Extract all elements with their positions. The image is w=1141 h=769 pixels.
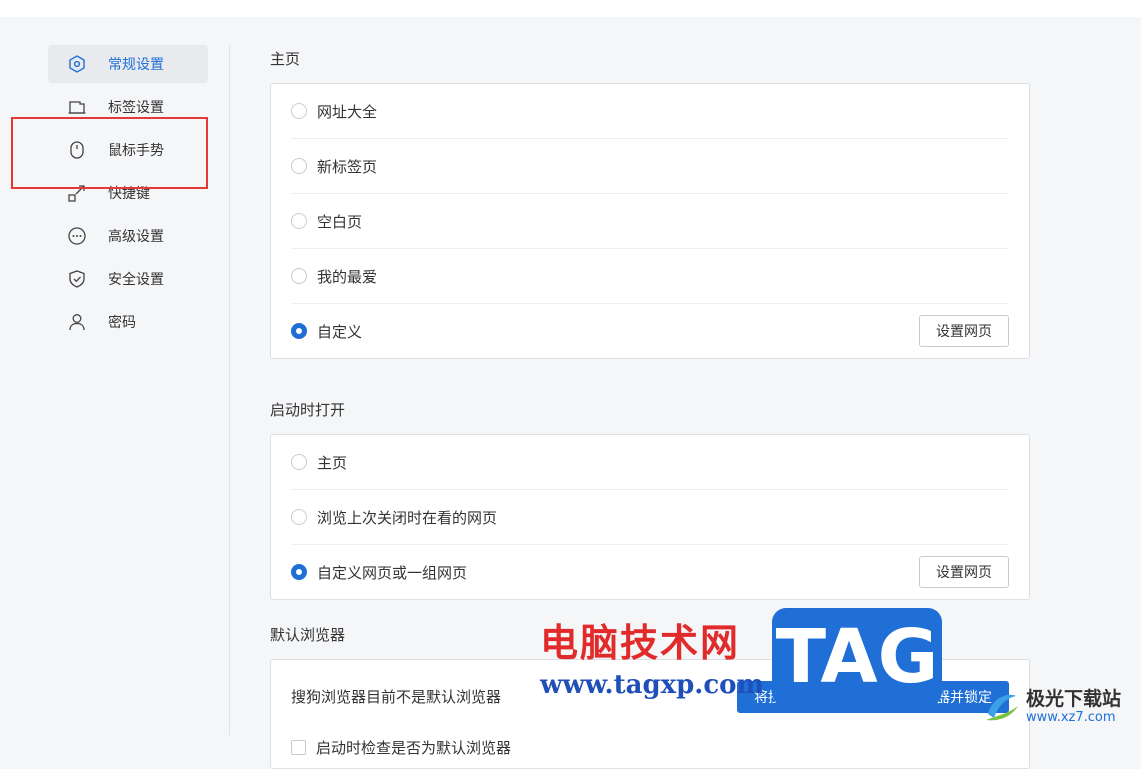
option-label: 新标签页 (317, 157, 378, 176)
option-label: 网址大全 (317, 102, 378, 121)
radio-button-checked[interactable] (291, 564, 307, 580)
more-circle-icon (66, 225, 88, 247)
sidebar-divider (229, 45, 230, 735)
homepage-option[interactable]: 新标签页 (291, 139, 1009, 194)
startup-option[interactable]: 自定义网页或一组网页 设置网页 (291, 545, 1009, 599)
startup-option[interactable]: 主页 (291, 435, 1009, 490)
option-label: 空白页 (317, 212, 363, 231)
user-icon (66, 311, 88, 333)
startup-set-page-button[interactable]: 设置网页 (919, 556, 1009, 588)
homepage-option[interactable]: 我的最爱 (291, 249, 1009, 304)
default-browser-section-title: 默认浏览器 (270, 626, 346, 644)
option-label: 自定义 (317, 322, 363, 341)
sidebar-item-label: 标签设置 (108, 100, 164, 116)
radio-button[interactable] (291, 213, 307, 229)
watermark-logo-url: www.xz7.com (1026, 710, 1116, 725)
option-label: 我的最爱 (317, 267, 378, 286)
sidebar-item-shortcut[interactable]: 快捷键 (48, 174, 208, 212)
checkbox-label: 启动时检查是否为默认浏览器 (316, 738, 512, 757)
sidebar-item-security[interactable]: 安全设置 (48, 260, 208, 298)
startup-option[interactable]: 浏览上次关闭时在看的网页 (291, 490, 1009, 545)
radio-button[interactable] (291, 158, 307, 174)
startup-section-title: 启动时打开 (270, 401, 346, 419)
sidebar-item-label: 快捷键 (108, 186, 150, 202)
sidebar-item-label: 安全设置 (108, 272, 164, 288)
default-browser-status-row: 搜狗浏览器目前不是默认浏览器 将搜狗浏览器设置为默认浏览器并锁定 (291, 660, 1009, 732)
radio-button[interactable] (291, 509, 307, 525)
set-default-browser-button[interactable]: 将搜狗浏览器设置为默认浏览器并锁定 (737, 681, 1009, 713)
mouse-icon (66, 139, 88, 161)
option-label: 自定义网页或一组网页 (317, 563, 468, 582)
homepage-option[interactable]: 自定义 设置网页 (291, 304, 1009, 358)
sidebar-item-label: 高级设置 (108, 229, 164, 245)
homepage-option[interactable]: 空白页 (291, 194, 1009, 249)
option-label: 浏览上次关闭时在看的网页 (317, 508, 498, 527)
radio-button-checked[interactable] (291, 323, 307, 339)
homepage-option[interactable]: 网址大全 (291, 84, 1009, 139)
sidebar-item-password[interactable]: 密码 (48, 303, 208, 341)
hexagon-settings-icon (66, 53, 88, 75)
shortcut-icon (66, 182, 88, 204)
default-browser-status: 搜狗浏览器目前不是默认浏览器 (291, 687, 502, 706)
shield-icon (66, 268, 88, 290)
watermark-logo-name: 极光下载站 (1026, 688, 1122, 710)
homepage-card: 网址大全 新标签页 空白页 我的最爱 自定义 设置网页 (270, 83, 1030, 359)
homepage-section-title: 主页 (270, 50, 301, 68)
sidebar-item-label: 鼠标手势 (108, 143, 164, 159)
tab-icon (66, 96, 88, 118)
sidebar-item-tabs[interactable]: 标签设置 (48, 88, 208, 126)
sidebar-item-label: 密码 (108, 315, 136, 331)
sidebar-item-advanced[interactable]: 高级设置 (48, 217, 208, 255)
startup-card: 主页 浏览上次关闭时在看的网页 自定义网页或一组网页 设置网页 (270, 434, 1030, 600)
radio-button[interactable] (291, 454, 307, 470)
settings-content: 主页 网址大全 新标签页 空白页 我的最爱 自定义 设置网页 启动时打开 主页 (270, 45, 1030, 769)
radio-button[interactable] (291, 268, 307, 284)
option-label: 主页 (317, 453, 348, 472)
radio-button[interactable] (291, 103, 307, 119)
settings-sidebar: 常规设置 标签设置 鼠标手势 快捷键 高级设置 安全设置 密码 (48, 45, 208, 346)
sidebar-item-general[interactable]: 常规设置 (48, 45, 208, 83)
top-bar (0, 0, 1141, 17)
default-browser-card: 搜狗浏览器目前不是默认浏览器 将搜狗浏览器设置为默认浏览器并锁定 启动时检查是否… (270, 659, 1030, 769)
checkbox[interactable] (291, 739, 306, 755)
sidebar-item-label: 常规设置 (108, 57, 164, 73)
sidebar-item-mouse-gesture[interactable]: 鼠标手势 (48, 131, 208, 169)
homepage-set-page-button[interactable]: 设置网页 (919, 315, 1009, 347)
default-check-row[interactable]: 启动时检查是否为默认浏览器 (291, 732, 1009, 762)
